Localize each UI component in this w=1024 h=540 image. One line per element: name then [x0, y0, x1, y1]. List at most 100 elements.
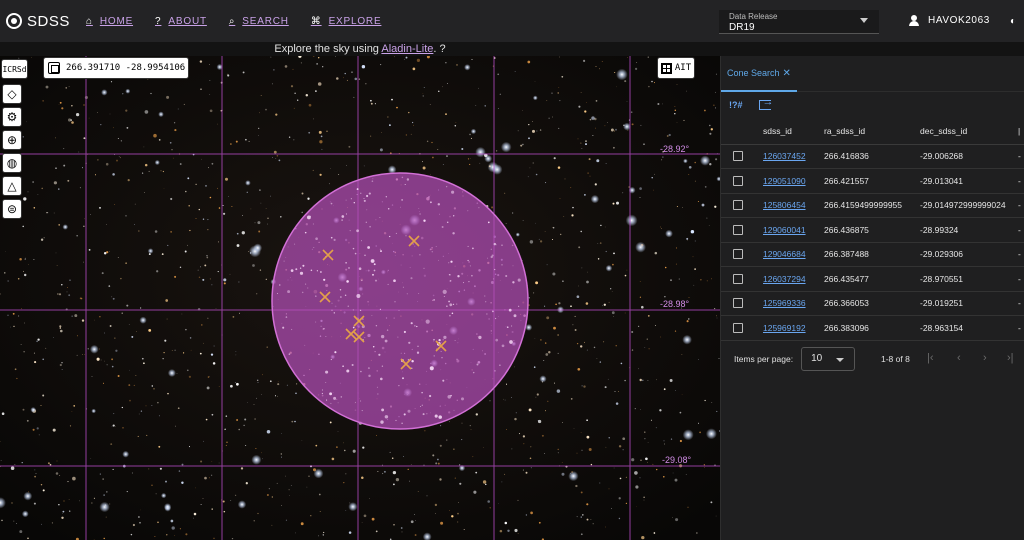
overflow-cell: - [1018, 242, 1024, 267]
sdss-id-link[interactable]: 126037294 [763, 274, 806, 284]
page-range: 1-8 of 8 [881, 353, 910, 364]
items-per-page-label: Items per page: [734, 353, 794, 364]
results-panel: Cone Search ✕ !?# sdss_id ra_sdss_id dec… [720, 56, 1024, 540]
username: HAVOK2063 [928, 15, 990, 26]
frame-selector[interactable]: ICRSd [1, 59, 28, 79]
projection-button[interactable]: AIT [657, 57, 695, 79]
column-header[interactable]: dec_sdss_id [920, 118, 1018, 145]
row-select[interactable] [721, 144, 763, 169]
globe-pointer-icon: ◍ [6, 156, 18, 170]
table-row[interactable]: 129060041 266.436875 -28.99324- [721, 217, 1024, 243]
tab-cone-search[interactable]: Cone Search ✕ [721, 56, 797, 92]
checkbox[interactable] [733, 151, 743, 162]
coordinates-display[interactable]: 266.391710 -28.9954106 [43, 57, 189, 79]
checkbox[interactable] [733, 249, 743, 260]
column-header[interactable]: ra_sdss_id [824, 118, 920, 145]
user-menu[interactable]: HAVOK2063 [909, 15, 990, 26]
checkbox[interactable] [733, 273, 743, 284]
dec-cell: -29.029306 [920, 242, 1018, 267]
banner-prefix: Explore the sky using [274, 43, 382, 55]
table-row[interactable]: 125806454 266.4159499999955 -29.0149729999… [721, 193, 1024, 218]
row-select[interactable] [721, 291, 763, 316]
previous-page-icon[interactable]: ‹ [957, 352, 961, 364]
layers-icon: ◇ [7, 87, 17, 101]
checkbox[interactable] [733, 175, 743, 186]
ra-cell: 266.436875 [824, 217, 920, 243]
table-row[interactable]: 129046684 266.387488 -29.029306- [721, 242, 1024, 267]
items-per-page-select[interactable]: 10 [801, 346, 856, 371]
copy-icon[interactable] [48, 62, 60, 74]
row-select[interactable] [721, 193, 763, 218]
nav-about-label: ABOUT [168, 15, 207, 27]
data-release-select[interactable]: Data Release DR19 [719, 10, 879, 34]
filter-icon[interactable]: !?# [729, 100, 743, 110]
sdss-id-cell: 126037294 [763, 266, 824, 292]
data-release-value: DR19 [729, 22, 755, 33]
column-header[interactable]: sdss_id [763, 118, 824, 145]
brand[interactable]: SDSS [6, 13, 78, 30]
export-icon[interactable] [758, 96, 774, 110]
last-page-icon[interactable]: ›| [1007, 352, 1014, 364]
table-row[interactable]: 125969192 266.383096 -28.963154- [721, 315, 1024, 341]
table-row[interactable]: 126037452 266.416836 -29.006268- [721, 144, 1024, 169]
settings-button[interactable]: ⚙ [2, 107, 22, 127]
chevron-down-icon [836, 357, 845, 362]
nav-about[interactable]: ? ABOUT [155, 16, 207, 27]
table-header-row: sdss_id ra_sdss_id dec_sdss_id | [721, 118, 1024, 145]
top-app-bar: SDSS ⌂ HOME ? ABOUT ⌕ SEARCH ⌘ EXPLORE D… [0, 0, 1024, 42]
sdss-id-cell: 129060041 [763, 217, 824, 243]
table-row[interactable]: 125969336 266.366053 -29.019251- [721, 291, 1024, 316]
row-select[interactable] [721, 266, 763, 292]
sdss-id-link[interactable]: 129060041 [763, 225, 806, 235]
gear-icon: ⚙ [6, 110, 18, 124]
triangle-icon: △ [7, 179, 17, 193]
overflow-cell: - [1018, 291, 1024, 316]
sdss-id-link[interactable]: 125969192 [763, 323, 806, 333]
checkbox[interactable] [733, 200, 743, 211]
layers-button[interactable]: ◇ [2, 84, 22, 104]
overflow-cell: - [1018, 168, 1024, 194]
row-select[interactable] [721, 217, 763, 243]
aladin-lite-link[interactable]: Aladin-Lite [381, 43, 433, 55]
binoculars-icon: ⌘ [310, 15, 322, 27]
goto-button[interactable]: ⊕ [2, 130, 22, 150]
sky-canvas[interactable] [0, 56, 720, 540]
dec-cell: -28.963154 [920, 315, 1018, 341]
grid-toggle-button[interactable]: ⊜ [2, 199, 22, 219]
row-select[interactable] [721, 315, 763, 341]
theme-toggle-icon[interactable]: ◐ [1010, 16, 1020, 27]
cone-search-region[interactable] [271, 172, 529, 430]
table-row[interactable]: 129051090 266.421557 -29.013041- [721, 168, 1024, 194]
sdss-id-link[interactable]: 129051090 [763, 176, 806, 186]
shape-button[interactable]: △ [2, 176, 22, 196]
sdss-id-cell: 129046684 [763, 242, 824, 267]
overflow-cell: - [1018, 144, 1024, 169]
simbad-button[interactable]: ◍ [2, 153, 22, 173]
sky-viewer[interactable]: -28.92° -28.98° -29.08° ICRSd 266.391710… [0, 56, 720, 540]
row-select[interactable] [721, 242, 763, 267]
nav-home[interactable]: ⌂ HOME [86, 16, 133, 27]
nav-search[interactable]: ⌕ SEARCH [229, 16, 289, 27]
row-select[interactable] [721, 168, 763, 194]
first-page-icon[interactable]: |‹ [927, 352, 934, 364]
sdss-id-link[interactable]: 125969336 [763, 298, 806, 308]
sdss-id-link[interactable]: 126037452 [763, 151, 806, 161]
panel-tabs: Cone Search ✕ [721, 56, 1024, 92]
grid-label: -28.98° [660, 299, 690, 309]
tab-cone-search-label: Cone Search [727, 68, 780, 78]
grid-label: -28.92° [660, 144, 690, 154]
next-page-icon[interactable]: › [983, 352, 987, 364]
sdss-id-link[interactable]: 125806454 [763, 200, 806, 210]
sdss-id-link[interactable]: 129046684 [763, 249, 806, 259]
help-icon: ? [155, 15, 162, 27]
checkbox[interactable] [733, 298, 743, 309]
close-icon[interactable]: ✕ [783, 68, 791, 79]
ra-cell: 266.4159499999955 [824, 193, 920, 218]
table-row[interactable]: 126037294 266.435477 -28.970551- [721, 266, 1024, 292]
data-release-label: Data Release [729, 12, 778, 21]
checkbox[interactable] [733, 224, 743, 235]
checkbox[interactable] [733, 322, 743, 333]
nav-explore[interactable]: ⌘ EXPLORE [311, 16, 382, 27]
projection-label: AIT [674, 63, 692, 73]
paginator: Items per page: 10 1-8 of 8 |‹ ‹ › ›| [721, 341, 1024, 377]
